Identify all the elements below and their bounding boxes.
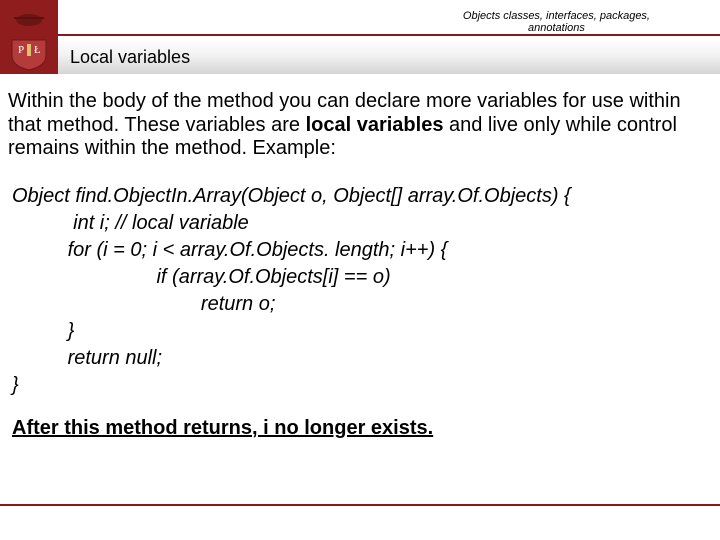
code-line: int i; // local variable bbox=[12, 210, 710, 237]
svg-text:Ł: Ł bbox=[34, 44, 41, 56]
code-line: return o; bbox=[12, 291, 710, 318]
bottom-rule bbox=[0, 504, 720, 506]
footer-statement: After this method returns, i no longer e… bbox=[8, 417, 710, 440]
para-bold: local variables bbox=[306, 114, 444, 136]
code-line: for (i = 0; i < array.Of.Objects. length… bbox=[12, 237, 710, 264]
title-bar: Local variables bbox=[58, 41, 720, 74]
breadcrumb: Objects classes, interfaces, packages, a… bbox=[463, 10, 650, 34]
code-block: Object find.ObjectIn.Array(Object o, Obj… bbox=[8, 183, 710, 399]
breadcrumb-line1: Objects classes, interfaces, packages, bbox=[463, 10, 650, 22]
svg-text:P: P bbox=[18, 44, 24, 56]
header-right: Objects classes, interfaces, packages, a… bbox=[58, 0, 720, 74]
code-line: if (array.Of.Objects[i] == o) bbox=[12, 264, 710, 291]
intro-paragraph: Within the body of the method you can de… bbox=[8, 90, 710, 161]
breadcrumb-underline bbox=[58, 34, 720, 36]
logo-shield-icon: P Ł bbox=[0, 0, 58, 74]
content: Within the body of the method you can de… bbox=[0, 74, 720, 440]
header: P Ł Objects classes, interfaces, package… bbox=[0, 0, 720, 74]
code-line: } bbox=[12, 372, 710, 399]
code-line: return null; bbox=[12, 345, 710, 372]
code-line: } bbox=[12, 318, 710, 345]
page-title: Local variables bbox=[70, 47, 190, 68]
slide: P Ł Objects classes, interfaces, package… bbox=[0, 0, 720, 540]
breadcrumb-line2: annotations bbox=[528, 22, 585, 34]
code-line: Object find.ObjectIn.Array(Object o, Obj… bbox=[12, 183, 710, 210]
